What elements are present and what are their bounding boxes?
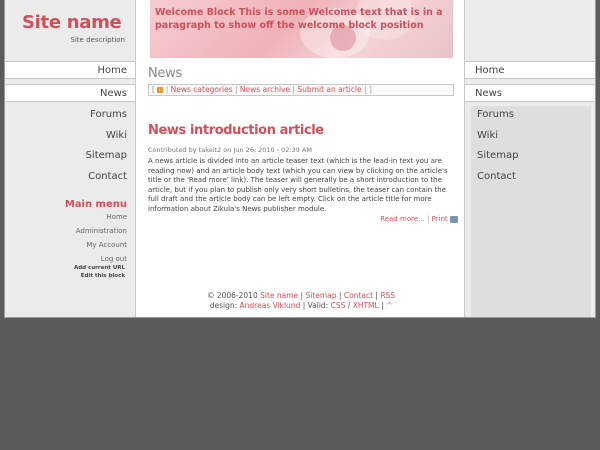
right-nav-home[interactable]: Home [465,61,595,79]
submit-article-link[interactable]: Submit an article [297,85,361,94]
main-menu-my-account[interactable]: My Account [86,241,127,249]
back-to-top-link[interactable]: ^ [386,301,392,310]
main-content: Welcome Block This is some Welcome text … [136,0,466,317]
footer-contact-link[interactable]: Contact [344,291,373,300]
right-sidebar: Home News Forums Wiki Sitemap Contact [464,0,595,317]
separator: | [364,85,367,94]
main-menu-logout[interactable]: Log out [101,255,127,263]
article-title[interactable]: News introduction article [148,123,324,138]
rss-icon[interactable]: )) [157,87,164,93]
design-label: design: [209,301,238,310]
left-nav-home[interactable]: Home [5,61,135,79]
right-nav-news[interactable]: News [465,84,595,102]
site-name[interactable]: Site name [22,12,122,33]
read-more-link[interactable]: Read more... [380,215,425,223]
xhtml-valid-link[interactable]: XHTML [353,301,379,310]
news-categories-link[interactable]: News categories [171,85,233,94]
footer-line-2: design: Andreas Viklund | Valid: CSS / X… [209,301,393,310]
article-links: Read more... | Print [380,215,458,223]
separator: | [165,85,169,94]
footer-line-1: © 2006-2010 Site name | Sitemap | Contac… [206,291,396,300]
main-menu-home[interactable]: Home [106,213,127,221]
bracket-open: [ [152,85,155,94]
article-teaser: A news article is divided into an articl… [148,157,448,213]
copyright: © 2006-2010 [206,291,258,300]
right-nav-contact[interactable]: Contact [477,171,516,182]
footer: © 2006-2010 Site name | Sitemap | Contac… [136,291,466,311]
left-nav-contact[interactable]: Contact [88,171,127,182]
bracket-close: ] [368,85,372,94]
right-nav-forums[interactable]: Forums [477,109,514,120]
main-menu-title: Main menu [64,199,127,210]
separator: | [292,85,296,94]
left-sidebar: Site name Site description Home News For… [5,0,136,317]
news-heading: News [148,66,182,81]
left-nav-wiki[interactable]: Wiki [106,130,127,141]
left-nav-news[interactable]: News [5,84,135,102]
main-menu-administration[interactable]: Administration [76,227,127,235]
footer-sitemap-link[interactable]: Sitemap [305,291,336,300]
footer-rss-link[interactable]: RSS [380,291,395,300]
article-meta: Contributed by takeit2 on Jun 26, 2010 -… [148,146,312,154]
news-archive-link[interactable]: News archive [240,85,290,94]
welcome-text: Welcome Block This is some Welcome text … [155,7,443,31]
left-nav-forums[interactable]: Forums [90,109,127,120]
valid-label: Valid: [307,301,329,310]
left-nav-sitemap[interactable]: Sitemap [86,150,127,161]
right-nav-wiki[interactable]: Wiki [477,130,498,141]
page-container: Site name Site description Home News For… [4,0,596,318]
welcome-block: Welcome Block This is some Welcome text … [150,0,453,58]
news-toolbar: [ )) | News categories | News archive | … [148,84,454,96]
footer-site-link[interactable]: Site name [260,291,298,300]
separator: | [235,85,238,94]
add-current-url-link[interactable]: Add current URL [74,265,125,271]
print-link[interactable]: Print [432,215,448,223]
designer-link[interactable]: Andreas Viklund [240,301,301,310]
site-description: Site description [70,36,125,44]
css-valid-link[interactable]: CSS [331,301,346,310]
edit-block-link[interactable]: Edit this block [81,273,125,279]
right-nav-sitemap[interactable]: Sitemap [477,150,518,161]
printer-icon[interactable] [450,215,458,223]
